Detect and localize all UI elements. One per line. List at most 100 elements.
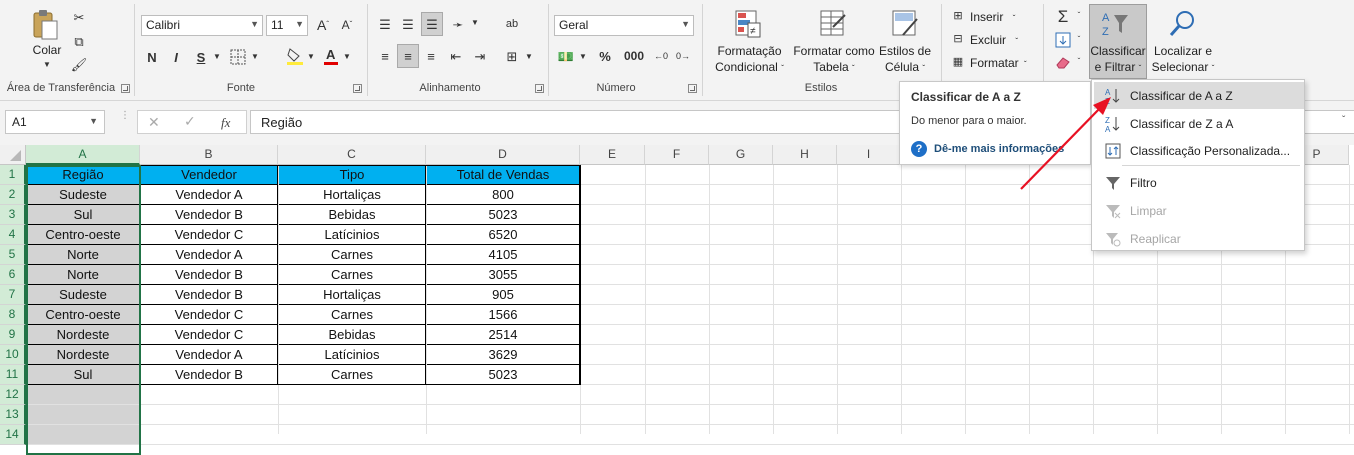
decrease-font-icon[interactable]: Aˇ xyxy=(338,16,356,34)
table-cell[interactable]: Vendedor C xyxy=(141,225,278,245)
menu-item-custom-sort[interactable]: Classificação Personalizada... xyxy=(1094,137,1304,164)
table-cell[interactable]: Vendedor B xyxy=(141,205,278,225)
font-name-combo[interactable]: Calibri ▼ xyxy=(141,15,263,36)
increase-decimal-icon[interactable]: ←0 xyxy=(652,46,670,66)
autosum-icon[interactable]: Σ xyxy=(1054,6,1072,26)
insert-button[interactable]: Inserir ˇ xyxy=(970,10,1015,24)
cut-icon[interactable]: ✂ xyxy=(70,8,88,26)
paste-icon[interactable] xyxy=(30,8,60,42)
align-bottom-icon[interactable]: ☰ xyxy=(421,12,443,36)
chevron-down-icon[interactable]: ▼ xyxy=(470,18,480,28)
format-cells-icon[interactable]: ▦ xyxy=(950,55,966,69)
table-cell[interactable]: Carnes xyxy=(279,305,426,325)
table-cell[interactable]: Sudeste xyxy=(27,285,140,305)
column-header-i[interactable]: I xyxy=(837,145,901,165)
table-cell[interactable]: 1566 xyxy=(427,305,580,325)
menu-item-filter[interactable]: Filtro xyxy=(1094,169,1304,196)
table-cell[interactable]: Carnes xyxy=(279,265,426,285)
table-cell[interactable]: 5023 xyxy=(427,205,580,225)
table-cell[interactable]: Latícinios xyxy=(279,345,426,365)
chevron-down-icon[interactable]: ▼ xyxy=(250,52,260,62)
conditional-formatting-label-1[interactable]: Formatação xyxy=(712,44,787,59)
row-header-3[interactable]: 3 xyxy=(0,205,26,225)
table-cell[interactable]: 800 xyxy=(427,185,580,205)
font-color-icon[interactable]: A xyxy=(322,46,340,66)
clipboard-launcher-icon[interactable] xyxy=(121,84,130,93)
cell-styles-label-2[interactable]: Célula ˇ xyxy=(875,60,935,76)
name-box[interactable]: A1 ▼ xyxy=(5,110,105,134)
table-cell[interactable]: Norte xyxy=(27,265,140,285)
align-center-icon[interactable]: ≡ xyxy=(397,44,419,68)
table-cell[interactable]: Sul xyxy=(27,365,140,385)
row-header-13[interactable]: 13 xyxy=(0,405,26,425)
table-cell[interactable]: Hortaliças xyxy=(279,285,426,305)
format-as-table-icon[interactable] xyxy=(818,8,848,40)
row-header-9[interactable]: 9 xyxy=(0,325,26,345)
chevron-down-icon[interactable]: ˇ xyxy=(1074,57,1084,67)
number-format-combo[interactable]: Geral ▼ xyxy=(554,15,694,36)
font-size-combo[interactable]: 11 ▼ xyxy=(266,15,308,36)
table-header-cell[interactable]: Vendedor xyxy=(141,165,278,185)
delete-button[interactable]: Excluir ˇ xyxy=(970,33,1018,47)
column-header-f[interactable]: F xyxy=(645,145,709,165)
chevron-down-icon[interactable]: ▼ xyxy=(306,52,316,62)
table-cell[interactable]: Vendedor B xyxy=(141,285,278,305)
align-right-icon[interactable]: ≡ xyxy=(421,46,441,66)
column-header-c[interactable]: C xyxy=(278,145,426,165)
comma-style-icon[interactable]: 000 xyxy=(620,46,648,66)
table-cell[interactable]: Bebidas xyxy=(279,325,426,345)
table-header-cell[interactable]: Região xyxy=(27,165,140,185)
decrease-indent-icon[interactable]: ⇤ xyxy=(446,46,466,66)
table-cell[interactable]: Vendedor B xyxy=(141,365,278,385)
chevron-down-icon[interactable]: ▼ xyxy=(578,52,588,62)
column-header-g[interactable]: G xyxy=(709,145,773,165)
table-cell[interactable]: Nordeste xyxy=(27,325,140,345)
percent-icon[interactable]: % xyxy=(596,46,614,66)
find-select-label-2[interactable]: Selecionar ˇ xyxy=(1148,60,1218,76)
format-as-table-label-2[interactable]: Tabela ˇ xyxy=(791,60,877,76)
insert-function-icon[interactable]: fx xyxy=(221,115,230,131)
formula-bar-splitter-icon[interactable]: ⋮ xyxy=(120,111,130,131)
table-cell[interactable]: 2514 xyxy=(427,325,580,345)
table-cell[interactable]: Vendedor C xyxy=(141,305,278,325)
table-cell[interactable]: 4105 xyxy=(427,245,580,265)
paste-dropdown-icon[interactable]: ▼ xyxy=(40,60,54,70)
row-header-2[interactable]: 2 xyxy=(0,185,26,205)
table-cell[interactable]: Bebidas xyxy=(279,205,426,225)
format-painter-icon[interactable]: 🖌 xyxy=(70,55,88,73)
enter-icon[interactable]: ✓ xyxy=(184,113,196,130)
conditional-formatting-label-2[interactable]: Condicional ˇ xyxy=(712,60,787,76)
column-header-b[interactable]: B xyxy=(140,145,278,165)
table-cell[interactable]: Norte xyxy=(27,245,140,265)
table-cell[interactable]: Centro-oeste xyxy=(27,305,140,325)
align-left-icon[interactable]: ≡ xyxy=(375,46,395,66)
table-cell[interactable]: Sudeste xyxy=(27,185,140,205)
table-cell[interactable]: Centro-oeste xyxy=(27,225,140,245)
alignment-launcher-icon[interactable] xyxy=(535,84,544,93)
paste-label[interactable]: Colar xyxy=(28,43,66,58)
search-icon[interactable] xyxy=(1168,8,1198,40)
chevron-down-icon[interactable]: ˇ xyxy=(1074,11,1084,21)
orientation-icon[interactable]: ➛ xyxy=(448,14,468,34)
row-header-8[interactable]: 8 xyxy=(0,305,26,325)
row-header-11[interactable]: 11 xyxy=(0,365,26,385)
chevron-down-icon[interactable]: ▼ xyxy=(342,52,352,62)
table-cell[interactable]: Vendedor A xyxy=(141,185,278,205)
table-cell[interactable]: Vendedor A xyxy=(141,245,278,265)
decrease-decimal-icon[interactable]: 0→ xyxy=(674,46,692,66)
row-header-14[interactable]: 14 xyxy=(0,425,26,445)
increase-font-icon[interactable]: Aˆ xyxy=(314,16,332,34)
table-cell[interactable]: 6520 xyxy=(427,225,580,245)
table-header-cell[interactable]: Total de Vendas xyxy=(427,165,580,185)
table-cell[interactable]: 5023 xyxy=(427,365,580,385)
table-cell[interactable]: Vendedor A xyxy=(141,345,278,365)
find-select-label-1[interactable]: Localizar e xyxy=(1148,44,1218,59)
table-cell[interactable]: 3055 xyxy=(427,265,580,285)
format-as-table-label-1[interactable]: Formatar como xyxy=(791,44,877,59)
chevron-down-icon[interactable]: ˇ xyxy=(1074,35,1084,45)
column-header-d[interactable]: D xyxy=(426,145,580,165)
table-cell[interactable]: Vendedor B xyxy=(141,265,278,285)
conditional-formatting-icon[interactable]: ≠ xyxy=(733,8,763,40)
row-header-1[interactable]: 1 xyxy=(0,165,26,185)
row-header-7[interactable]: 7 xyxy=(0,285,26,305)
